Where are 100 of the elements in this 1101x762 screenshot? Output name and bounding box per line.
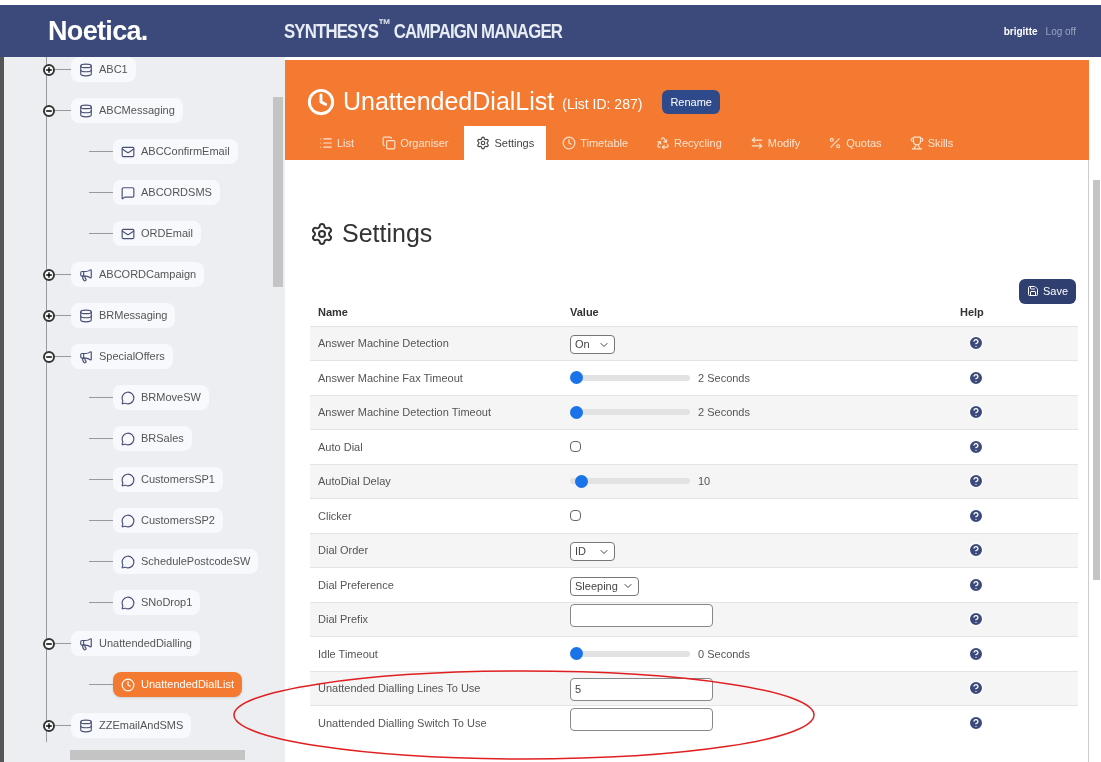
tree-item[interactable]: ABCORDSMS [113,180,220,205]
megaphone-icon [79,267,93,282]
tab[interactable]: Settings [464,126,547,160]
database-icon [79,308,93,323]
tree-item[interactable]: ORDEmail [113,221,201,246]
slider[interactable] [570,370,690,385]
tree-item[interactable]: BRMessaging [71,303,176,328]
input-field[interactable] [570,604,713,628]
slider-reading: 0 Seconds [698,646,750,662]
setting-name: Unattended Dialling Lines To Use [318,681,482,696]
setting-name: Unattended Dialling Switch To Use [318,715,488,731]
help-icon[interactable] [968,542,984,559]
slider-reading: 2 Seconds [698,405,750,420]
slider-thumb[interactable] [570,371,583,385]
collapse-icon[interactable] [43,104,55,117]
rename-button[interactable]: Rename [662,89,720,115]
setting-name: Answer Machine Detection Timeout [318,405,493,420]
database-icon [79,718,93,733]
tree-item[interactable]: ABC1 [71,57,136,82]
help-icon[interactable] [968,473,984,490]
scrollbar[interactable] [273,97,283,287]
list-title: UnattendedDialList [343,86,555,118]
scrollbar[interactable] [70,750,245,760]
slider-thumb[interactable] [575,474,589,488]
checkbox[interactable] [570,440,581,452]
slider-reading: 2 Seconds [698,370,750,386]
tab-icon [476,136,491,150]
slider-reading: 10 [698,474,711,489]
save-button[interactable]: Save [1018,278,1076,304]
setting-name: Dial Prefix [318,612,370,627]
column-header: Name [318,305,349,321]
slider-thumb[interactable] [570,405,583,419]
tree-item[interactable]: UnattendedDialling [71,631,200,656]
column-header: Help [960,305,985,321]
collapse-icon[interactable] [43,637,55,650]
chat-icon [121,472,135,487]
help-icon[interactable] [968,714,984,731]
tab-icon [828,136,843,150]
collapse-icon[interactable] [43,350,55,363]
input-field[interactable]: 5 [570,677,713,701]
tree-item[interactable]: ZZEmailAndSMS [71,713,192,738]
tree-item[interactable]: ABCMessaging [71,98,183,123]
help-icon[interactable] [968,611,984,628]
tab-icon [909,136,924,150]
tree-item[interactable]: BRMoveSW [113,385,209,410]
slider[interactable] [570,405,690,420]
user-name: brigitte [1003,24,1038,39]
database-icon [79,103,93,118]
clock-icon [121,677,135,692]
help-icon[interactable] [968,335,984,352]
setting-name: Idle Timeout [318,646,379,662]
tree-item[interactable]: ABCConfirmEmail [113,139,238,164]
tab-icon [382,136,397,150]
settings-icon [310,221,334,246]
tree-item[interactable]: ABCORDCampaign [71,262,205,287]
save-icon [1026,285,1039,297]
page-title: Settings [342,218,433,249]
chat-icon [121,431,135,446]
help-icon[interactable] [968,369,984,386]
chat-icon [121,513,135,528]
dropdown[interactable]: Sleeping [570,576,639,596]
column-header: Value [570,305,600,321]
tree-item[interactable]: SchedulePostcodeSW [113,549,259,574]
tree-item[interactable]: SNoDrop1 [113,590,201,615]
dropdown[interactable]: On [570,335,615,354]
checkbox[interactable] [570,509,581,521]
tree-item[interactable]: SpecialOffers [71,344,173,369]
dial-list-icon [307,88,335,116]
help-icon[interactable] [968,680,984,697]
dropdown[interactable]: ID [570,542,615,561]
help-icon[interactable] [968,576,984,593]
tree-item[interactable]: CustomersSP2 [113,508,223,533]
list-id: (List ID: 287) [562,95,643,114]
slider-thumb[interactable] [570,647,583,661]
help-icon[interactable] [968,645,984,662]
megaphone-icon [79,636,93,651]
scrollbar[interactable] [1093,180,1100,580]
expand-icon[interactable] [43,268,55,281]
expand-icon[interactable] [43,719,55,732]
input-field[interactable] [570,707,713,731]
message-icon [121,185,135,200]
help-icon[interactable] [968,438,984,455]
tab-icon [749,136,764,150]
chat-icon [121,554,135,569]
setting-name: Dial Order [318,543,370,558]
slider[interactable] [570,646,690,661]
tree-item[interactable]: BRSales [113,426,192,451]
setting-name: Auto Dial [318,439,364,455]
tree-item[interactable]: CustomersSP1 [113,467,223,492]
expand-icon[interactable] [43,63,55,76]
megaphone-icon [79,349,93,364]
slider[interactable] [570,474,690,489]
tab-icon [319,136,333,150]
setting-name: Dial Preference [318,577,395,593]
tab-icon [656,136,671,150]
chat-icon [121,595,135,610]
expand-icon[interactable] [43,309,55,322]
help-icon[interactable] [968,507,984,524]
logoff-link[interactable]: Log off [1045,23,1076,39]
help-icon[interactable] [968,404,984,421]
